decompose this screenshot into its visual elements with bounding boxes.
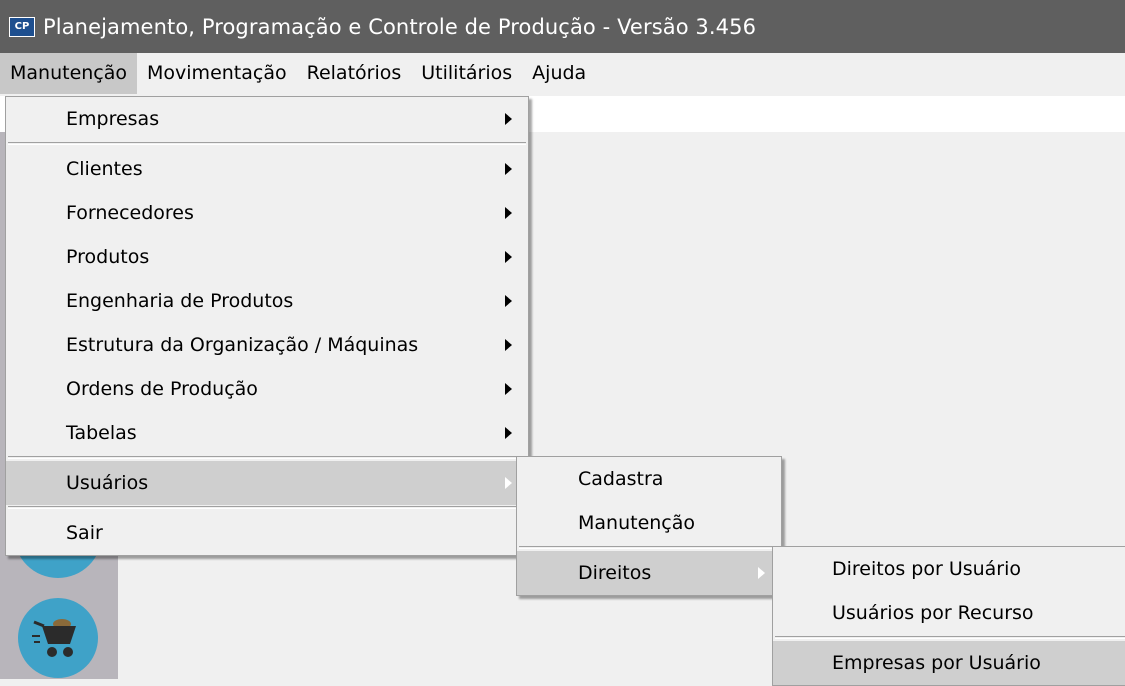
- menu-item-label: Fornecedores: [66, 202, 194, 224]
- wheelbarrow-glyph: [32, 619, 76, 657]
- menu-manutencao[interactable]: Manutenção: [0, 53, 138, 94]
- menu-item-label: Usuários por Recurso: [832, 602, 1034, 624]
- menu-item-usuarios[interactable]: Usuários: [6, 461, 528, 505]
- menu-item-label: Ordens de Produção: [66, 378, 258, 400]
- menu-item-label: Clientes: [66, 158, 143, 180]
- menu-item-label: Direitos: [578, 562, 652, 584]
- menu-item-label: Usuários: [66, 472, 149, 494]
- menu-item-direitos-por-usuario[interactable]: Direitos por Usuário: [773, 547, 1125, 591]
- menu-utilitarios[interactable]: Utilitários: [411, 53, 522, 94]
- menu-item-estrutura-organizacao[interactable]: Estrutura da Organização / Máquinas: [6, 323, 528, 367]
- submenu-arrow-icon: [505, 295, 512, 307]
- menu-item-label: Sair: [66, 522, 103, 544]
- menu-item-manutencao[interactable]: Manutenção: [517, 501, 781, 545]
- menu-separator: [519, 546, 779, 549]
- menu-item-label: Direitos por Usuário: [832, 558, 1022, 580]
- menu-item-clientes[interactable]: Clientes: [6, 147, 528, 191]
- menu-relatorios[interactable]: Relatórios: [297, 53, 412, 94]
- menu-item-label: Manutenção: [578, 512, 696, 534]
- window-title: Planejamento, Programação e Controle de …: [43, 14, 757, 39]
- usuarios-submenu: Cadastra Manutenção Direitos: [516, 456, 782, 596]
- menu-item-usuarios-por-recurso[interactable]: Usuários por Recurso: [773, 591, 1125, 635]
- menu-item-label: Produtos: [66, 246, 150, 268]
- menu-item-ordens-producao[interactable]: Ordens de Produção: [6, 367, 528, 411]
- menu-item-fornecedores[interactable]: Fornecedores: [6, 191, 528, 235]
- menu-separator: [8, 506, 526, 509]
- menu-item-produtos[interactable]: Produtos: [6, 235, 528, 279]
- submenu-arrow-icon: [505, 383, 512, 395]
- menu-item-direitos[interactable]: Direitos: [517, 551, 781, 595]
- menu-separator: [775, 636, 1125, 639]
- submenu-arrow-icon: [505, 427, 512, 439]
- menu-movimentacao[interactable]: Movimentação: [137, 53, 297, 94]
- menu-item-empresas[interactable]: Empresas: [6, 97, 528, 141]
- menu-item-label: Tabelas: [66, 422, 137, 444]
- menu-item-empresas-por-usuario[interactable]: Empresas por Usuário: [773, 641, 1125, 685]
- menu-separator: [8, 142, 526, 145]
- menu-item-cadastra[interactable]: Cadastra: [517, 457, 781, 501]
- menu-item-label: Empresas: [66, 108, 160, 130]
- submenu-arrow-icon: [505, 113, 512, 125]
- menu-bar: Manutenção Movimentação Relatórios Utili…: [0, 53, 1125, 94]
- menu-item-label: Estrutura da Organização / Máquinas: [66, 334, 419, 356]
- menu-item-label: Cadastra: [578, 468, 664, 490]
- title-bar: CP Planejamento, Programação e Controle …: [0, 0, 1125, 53]
- menu-item-sair[interactable]: Sair: [6, 511, 528, 555]
- app-icon[interactable]: CP: [9, 16, 35, 37]
- submenu-arrow-icon: [505, 251, 512, 263]
- submenu-arrow-icon: [505, 207, 512, 219]
- submenu-arrow-icon: [758, 567, 765, 579]
- menu-item-label: Empresas por Usuário: [832, 652, 1041, 674]
- menu-item-label: Engenharia de Produtos: [66, 290, 294, 312]
- direitos-submenu: Direitos por Usuário Usuários por Recurs…: [772, 546, 1125, 686]
- menu-ajuda[interactable]: Ajuda: [522, 53, 596, 94]
- submenu-arrow-icon: [505, 163, 512, 175]
- submenu-arrow-icon: [505, 477, 512, 489]
- menu-item-tabelas[interactable]: Tabelas: [6, 411, 528, 455]
- menu-separator: [8, 456, 526, 459]
- wheelbarrow-icon[interactable]: [18, 598, 98, 678]
- submenu-arrow-icon: [505, 339, 512, 351]
- manutencao-dropdown: Empresas Clientes Fornecedores Produtos …: [5, 96, 529, 556]
- menu-item-engenharia-produtos[interactable]: Engenharia de Produtos: [6, 279, 528, 323]
